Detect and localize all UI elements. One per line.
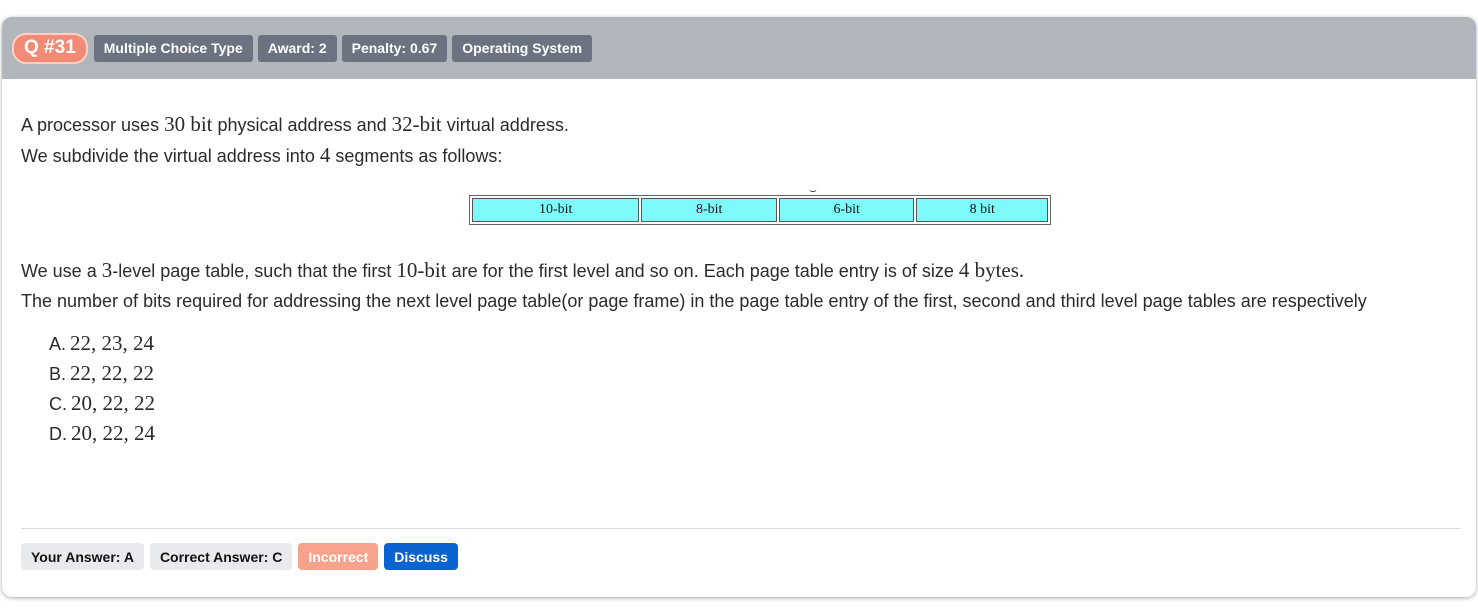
- text: virtual address.: [441, 115, 569, 135]
- text: are for the first level and so on. Each …: [446, 261, 959, 281]
- your-answer-badge: Your Answer: A: [21, 543, 144, 570]
- penalty-tag: Penalty: 0.67: [341, 34, 448, 62]
- math-entry-size: 4 bytes.: [958, 258, 1025, 282]
- option-value: 22, 23, 24: [70, 331, 155, 355]
- segment-2: 8-bit: [641, 198, 777, 222]
- virtual-address-segments: 10-bit 8-bit 6-bit 8 bit: [469, 195, 1051, 225]
- math-levels: 3: [101, 258, 113, 282]
- text: We use a: [21, 261, 102, 281]
- type-tag: Multiple Choice Type: [93, 34, 253, 62]
- option-b: B. 22, 22, 22: [49, 358, 1457, 388]
- question-body: A processor uses 30 bit physical address…: [2, 109, 1476, 448]
- award-tag: Award: 2: [257, 34, 337, 62]
- option-value: 20, 22, 22: [71, 391, 155, 415]
- discuss-button[interactable]: Discuss: [384, 543, 458, 570]
- incorrect-status-badge: Incorrect: [298, 543, 379, 570]
- text: segments as follows:: [330, 146, 503, 166]
- correct-answer-badge: Correct Answer: C: [149, 543, 293, 570]
- question-text-2: We use a 3-level page table, such that t…: [21, 255, 1457, 316]
- question-card: Q #31 Multiple Choice Type Award: 2 Pena…: [2, 17, 1476, 597]
- answer-footer: Your Answer: A Correct Answer: C Incorre…: [21, 543, 464, 570]
- option-a: A. 22, 23, 24: [49, 328, 1457, 358]
- math-first-bits: 10-bit: [396, 258, 447, 282]
- question-number-badge: Q #31: [12, 32, 88, 64]
- option-value: 20, 22, 24: [71, 421, 155, 445]
- text: A processor uses: [21, 115, 165, 135]
- question-line-4: The number of bits required for addressi…: [21, 291, 1367, 311]
- math-physical-bits: 30 bit: [164, 112, 213, 136]
- question-text: A processor uses 30 bit physical address…: [21, 109, 1457, 171]
- option-value: 22, 22, 22: [70, 361, 155, 385]
- segment-3: 6-bit: [778, 198, 915, 222]
- segment-4: 8 bit: [916, 198, 1048, 222]
- question-header: Q #31 Multiple Choice Type Award: 2 Pena…: [2, 17, 1476, 79]
- segment-diagram: ⌣ 10-bit 8-bit 6-bit 8 bit: [21, 183, 1457, 235]
- question-line-1: A processor uses 30 bit physical address…: [21, 109, 1457, 140]
- question-line-3: We use a 3-level page table, such that t…: [21, 255, 1457, 286]
- math-segment-count: 4: [319, 143, 331, 167]
- segment-1: 10-bit: [472, 198, 640, 222]
- text: -level page table, such that the first: [112, 261, 397, 281]
- text: We subdivide the virtual address into: [21, 146, 320, 166]
- options-list: A. 22, 23, 24 B. 22, 22, 22 C. 20, 22, 22 D…: [21, 328, 1457, 448]
- option-letter: C.: [49, 394, 67, 414]
- option-letter: A.: [49, 334, 67, 354]
- text: physical address and: [212, 115, 392, 135]
- option-letter: B.: [49, 364, 67, 384]
- math-virtual-bits: 32-bit: [391, 112, 442, 136]
- subject-tag: Operating System: [452, 34, 593, 62]
- option-d: D. 20, 22, 24: [49, 418, 1457, 448]
- footer-divider: [21, 528, 1460, 529]
- option-letter: D.: [49, 424, 67, 444]
- option-c: C. 20, 22, 22: [49, 388, 1457, 418]
- question-line-2: We subdivide the virtual address into 4 …: [21, 140, 1457, 171]
